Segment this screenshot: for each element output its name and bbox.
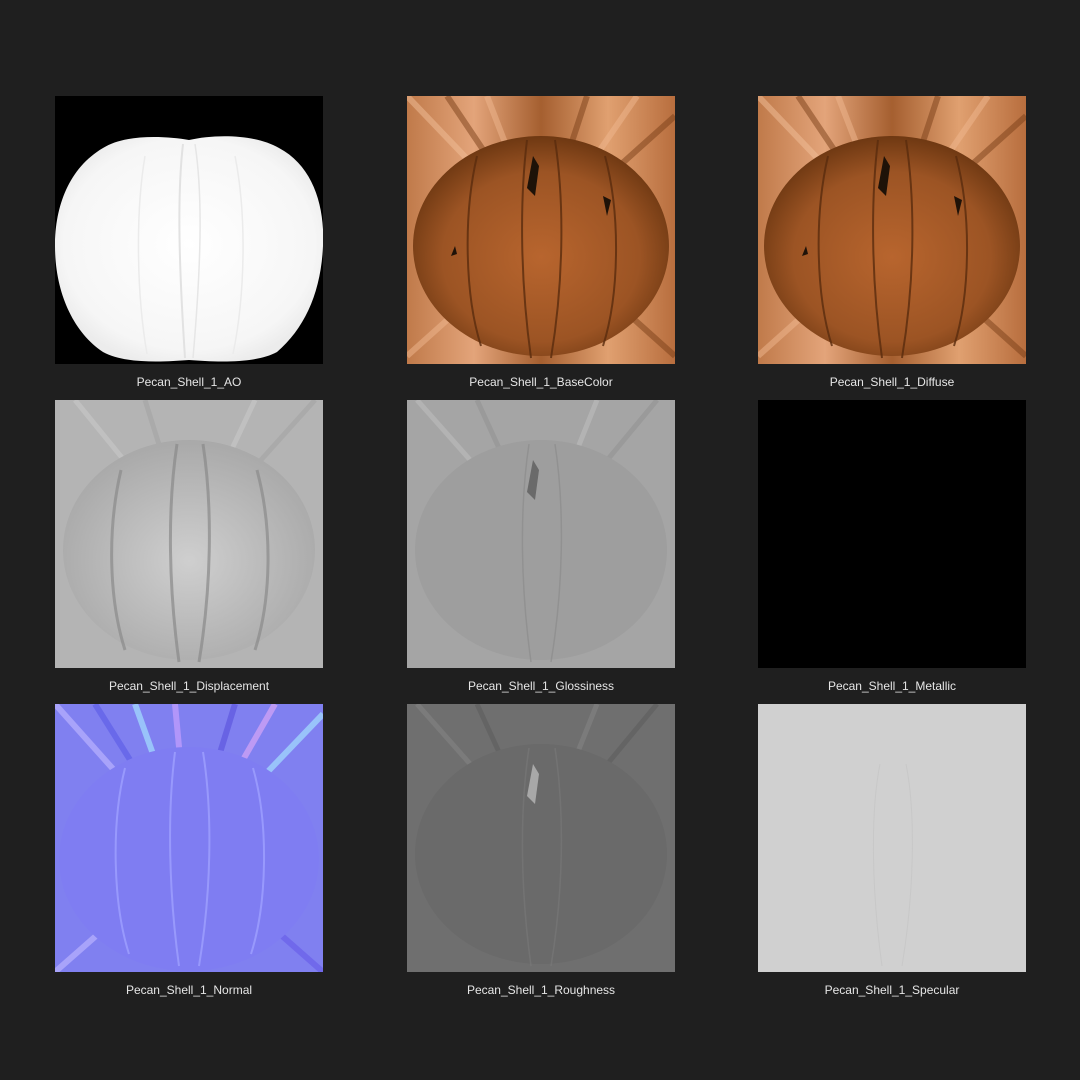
thumbnail-normal[interactable]: Pecan_Shell_1_Normal (55, 704, 323, 1004)
thumbnail-ao[interactable]: Pecan_Shell_1_AO (55, 96, 323, 396)
thumbnail-image-roughness (407, 704, 675, 972)
thumbnail-specular[interactable]: Pecan_Shell_1_Specular (758, 704, 1026, 1004)
thumbnail-displacement[interactable]: Pecan_Shell_1_Displacement (55, 400, 323, 700)
thumbnail-label: Pecan_Shell_1_Roughness (466, 983, 616, 997)
thumbnail-label: Pecan_Shell_1_Normal (125, 983, 253, 997)
thumbnail-label: Pecan_Shell_1_Diffuse (829, 375, 955, 389)
thumbnail-label: Pecan_Shell_1_Displacement (108, 679, 270, 693)
thumbnail-image-glossiness (407, 400, 675, 668)
thumbnail-image-diffuse (758, 96, 1026, 364)
thumbnail-image-normal (55, 704, 323, 972)
thumbnail-image-ao (55, 96, 323, 364)
thumbnail-image-specular (758, 704, 1026, 972)
thumbnail-label: Pecan_Shell_1_Glossiness (467, 679, 615, 693)
thumbnail-label: Pecan_Shell_1_BaseColor (469, 375, 613, 389)
thumbnail-glossiness[interactable]: Pecan_Shell_1_Glossiness (407, 400, 675, 700)
thumbnail-image-basecolor (407, 96, 675, 364)
thumbnail-metallic[interactable]: Pecan_Shell_1_Metallic (758, 400, 1026, 700)
thumbnail-diffuse[interactable]: Pecan_Shell_1_Diffuse (758, 96, 1026, 396)
texture-gallery: Pecan_Shell_1_AO Pecan_Shell_1_BaseColor… (0, 0, 1080, 1080)
thumbnail-label: Pecan_Shell_1_AO (136, 375, 242, 389)
thumbnail-roughness[interactable]: Pecan_Shell_1_Roughness (407, 704, 675, 1004)
thumbnail-image-metallic (758, 400, 1026, 668)
thumbnail-label: Pecan_Shell_1_Metallic (827, 679, 957, 693)
thumbnail-image-displacement (55, 400, 323, 668)
thumbnail-label: Pecan_Shell_1_Specular (824, 983, 960, 997)
thumbnail-basecolor[interactable]: Pecan_Shell_1_BaseColor (407, 96, 675, 396)
